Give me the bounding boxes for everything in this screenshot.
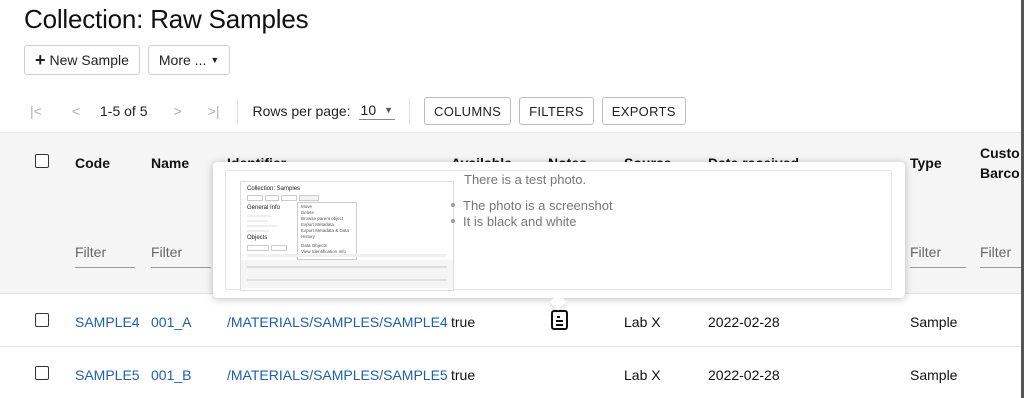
filter-input-code[interactable]: Filter: [75, 244, 135, 268]
thumb-line: [247, 279, 447, 281]
code-link[interactable]: SAMPLE5: [75, 367, 140, 383]
more-label: More ...: [158, 52, 207, 68]
thumb-line: [247, 266, 447, 268]
divider: [409, 98, 411, 124]
column-header-custom-barcode-line2: Barco: [980, 165, 1020, 181]
pagination-bar: |< < 1-5 of 5 > >| Rows per page: 10 ▼ C…: [30, 96, 686, 126]
last-page-icon[interactable]: >|: [208, 103, 220, 119]
source-value: Lab X: [624, 367, 661, 383]
thumb-title: Collection: Samples: [247, 186, 301, 192]
thumb-menu-item: Delete: [301, 210, 315, 215]
tooltip-bullet-text: The photo is a screenshot: [463, 198, 613, 213]
row-checkbox[interactable]: [35, 366, 49, 380]
thumb-toolbar: [299, 195, 319, 201]
thumb-section-general: General Info: [247, 205, 281, 211]
bullet-dot: [451, 218, 455, 223]
screenshot-thumbnail: Collection: Samples General Info Objects…: [240, 181, 454, 291]
thumb-section-objects: Objects: [247, 235, 268, 241]
first-page-icon[interactable]: |<: [30, 103, 42, 119]
caret-down-icon: ▼: [210, 55, 220, 65]
caret-down-icon: ▼: [384, 105, 394, 115]
bullet-dot: [451, 202, 455, 207]
column-header-type[interactable]: Type: [910, 155, 942, 171]
filter-input-type[interactable]: Filter: [910, 244, 966, 268]
new-sample-button[interactable]: + New Sample: [24, 45, 140, 75]
thumb-toolbar: [281, 195, 297, 201]
code-link[interactable]: SAMPLE4: [75, 314, 140, 330]
identifier-link[interactable]: /MATERIALS/SAMPLES/SAMPLE5: [227, 367, 448, 383]
toolbar: + New Sample More ... ▼: [24, 45, 231, 75]
next-page-icon[interactable]: >: [173, 103, 181, 119]
thumb-pager: [247, 254, 447, 257]
thumb-menu-item: History: [301, 234, 316, 239]
new-sample-label: New Sample: [49, 52, 129, 68]
exports-button[interactable]: EXPORTS: [601, 97, 686, 125]
date-received-value: 2022-02-28: [708, 314, 780, 330]
select-all-checkbox[interactable]: [35, 154, 49, 168]
rows-per-page-value: 10: [360, 102, 377, 118]
filter-input-name[interactable]: Filter: [151, 244, 211, 268]
thumb-toolbar: [247, 195, 263, 201]
more-dropdown-button[interactable]: More ... ▼: [147, 45, 231, 75]
table-row[interactable]: SAMPLE4 001_A /MATERIALS/SAMPLES/SAMPLE4…: [0, 294, 1024, 347]
column-header-custom-barcode[interactable]: Custo: [980, 145, 1020, 161]
columns-button[interactable]: COLUMNS: [424, 97, 512, 125]
thumb-line: [247, 225, 277, 227]
thumb-dropdown: Move Delete Browse parent object Export …: [297, 202, 357, 260]
thumb-menu-item: Export Metadata & Data: [301, 228, 350, 233]
row-checkbox[interactable]: [35, 313, 49, 327]
type-value: Sample: [910, 314, 958, 330]
name-link[interactable]: 001_A: [151, 314, 191, 330]
tooltip-heading: There is a test photo.: [464, 172, 587, 187]
tooltip-bullet: It is black and white: [451, 214, 576, 229]
filters-button[interactable]: FILTERS: [519, 97, 594, 125]
rows-per-page-select[interactable]: 10 ▼: [358, 102, 396, 120]
thumb-button: [271, 245, 287, 251]
thumb-toolbar: [265, 195, 279, 201]
thumb-menu-item: Export Metadata: [301, 222, 335, 227]
thumb-menu-item: Browse parent object: [301, 216, 344, 221]
source-value: Lab X: [624, 314, 661, 330]
rows-per-page-label: Rows per page:: [252, 103, 351, 119]
page-range: 1-5 of 5: [100, 103, 148, 119]
notes-tooltip: Collection: Samples General Info Objects…: [213, 162, 905, 311]
plus-icon: +: [35, 50, 46, 70]
tooltip-bullet-text: It is black and white: [463, 214, 577, 229]
thumb-line: [247, 215, 271, 217]
available-value: true: [451, 367, 476, 383]
identifier-link[interactable]: /MATERIALS/SAMPLES/SAMPLE4: [227, 314, 448, 330]
thumb-line: [247, 230, 269, 232]
column-header-code[interactable]: Code: [75, 155, 110, 171]
tooltip-bullet: The photo is a screenshot: [451, 198, 613, 213]
table-row[interactable]: SAMPLE5 001_B /MATERIALS/SAMPLES/SAMPLE5…: [0, 347, 1024, 398]
thumb-line: [247, 220, 267, 222]
available-value: true: [451, 314, 476, 330]
type-value: Sample: [910, 367, 958, 383]
tooltip-content: Collection: Samples General Info Objects…: [225, 170, 892, 291]
column-header-name[interactable]: Name: [151, 155, 189, 171]
name-link[interactable]: 001_B: [151, 367, 191, 383]
date-received-value: 2022-02-28: [708, 367, 780, 383]
filter-input-custom-barcode[interactable]: Filter: [980, 244, 1024, 268]
document-icon[interactable]: [551, 310, 568, 330]
divider: [237, 98, 239, 124]
page-title: Collection: Raw Samples: [24, 4, 309, 34]
thumb-table-header: [241, 260, 453, 288]
prev-page-icon[interactable]: <: [72, 103, 80, 119]
thumb-menu-item: Data Objects: [301, 243, 328, 248]
thumb-button: [247, 245, 269, 251]
thumb-menu-item: Move: [301, 204, 313, 209]
